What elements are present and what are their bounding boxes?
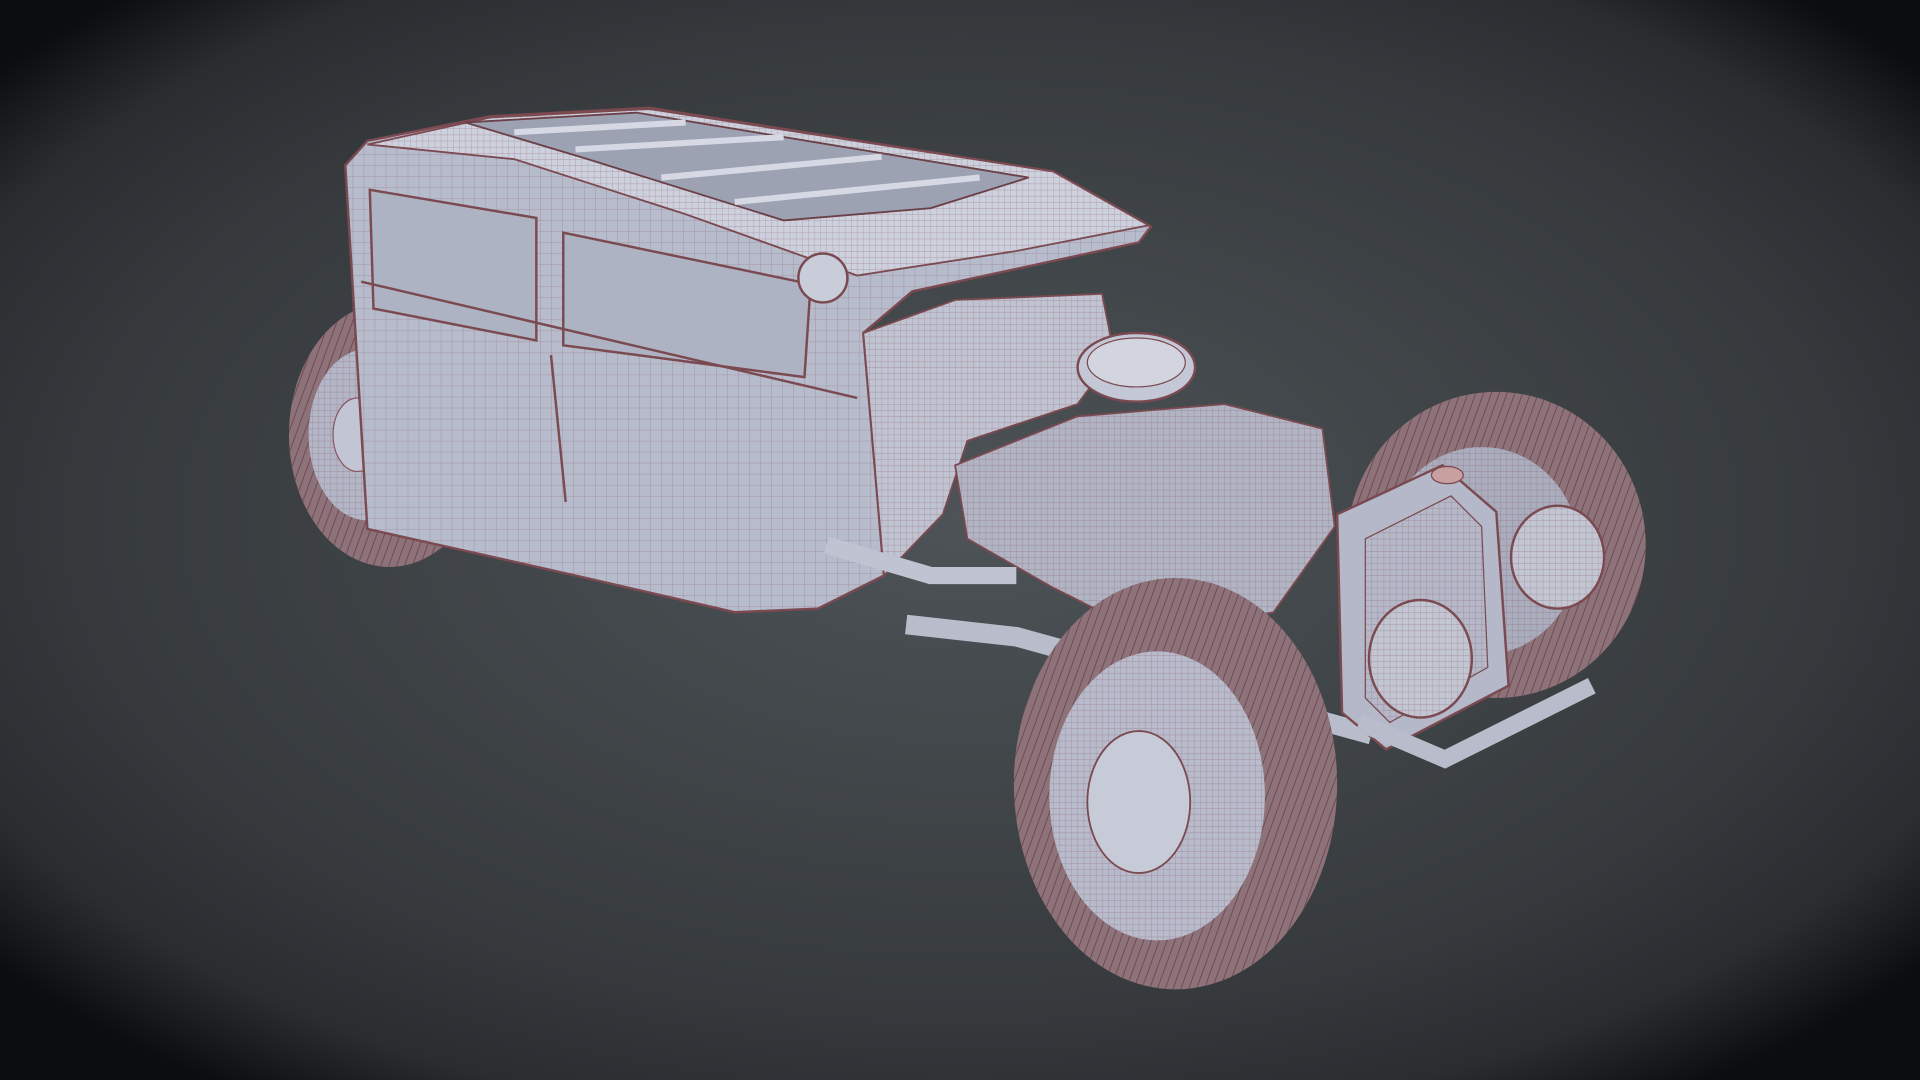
render-viewport — [0, 0, 1920, 1080]
left-front-wheel — [1013, 577, 1338, 990]
spotlight — [797, 252, 849, 304]
headlight-left — [1367, 598, 1474, 719]
headlight-right — [1509, 504, 1606, 610]
radiator-cap — [1430, 465, 1464, 485]
hubcap — [1086, 730, 1192, 874]
